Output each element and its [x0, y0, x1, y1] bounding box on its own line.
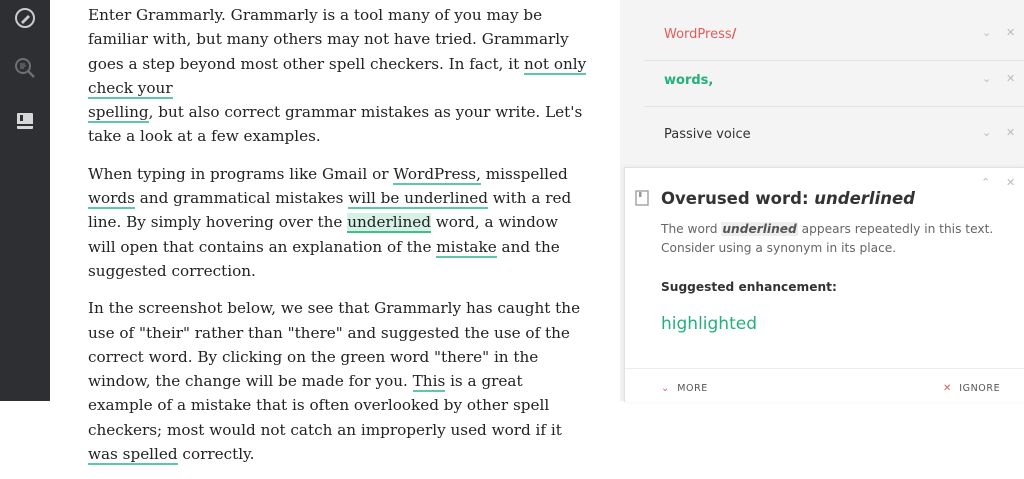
text-run: When typing in programs like Gmail or	[88, 164, 394, 183]
detail-footer: ⌄ MORE ✕ IGNORE	[625, 368, 1024, 403]
issue-underline[interactable]: spelling	[88, 103, 149, 124]
suggested-word-button[interactable]: highlighted	[661, 314, 757, 334]
chevron-up-icon[interactable]: ⌃	[981, 176, 990, 189]
close-icon[interactable]: ✕	[1006, 126, 1015, 139]
text-run: Enter Grammarly. Grammarly is a tool man…	[88, 6, 569, 73]
detail-title: Overused word: underlined	[661, 189, 915, 208]
issue-underline[interactable]: words	[88, 189, 135, 210]
pen-icon[interactable]	[7, 0, 43, 36]
close-icon[interactable]: ✕	[1006, 176, 1015, 189]
paragraph-2: When typing in programs like Gmail or Wo…	[88, 162, 588, 283]
close-icon: ✕	[943, 383, 952, 394]
issue-underline[interactable]: mistake	[436, 237, 497, 258]
close-icon[interactable]: ✕	[1006, 26, 1015, 39]
chevron-down-icon[interactable]: ⌄	[982, 72, 991, 85]
text-run: and grammatical mistakes	[134, 189, 349, 208]
search-icon[interactable]	[7, 50, 43, 86]
text-run: misspelled	[480, 164, 568, 183]
document-body[interactable]: Enter Grammarly. Grammarly is a tool man…	[88, 3, 588, 479]
book-icon	[635, 190, 649, 210]
detail-description: The word underlined appears repeatedly i…	[661, 222, 994, 255]
issue-underline[interactable]: will be underlined	[348, 189, 488, 210]
suggestion-heading: Suggested enhancement:	[661, 280, 837, 294]
close-icon[interactable]: ✕	[1006, 72, 1015, 85]
more-button[interactable]: ⌄ MORE	[661, 383, 708, 394]
issue-underline[interactable]: WordPress,	[393, 164, 481, 185]
book-icon[interactable]	[7, 103, 43, 139]
active-issue-highlight[interactable]: underlined	[347, 213, 431, 234]
chevron-down-icon[interactable]: ⌄	[982, 26, 991, 39]
text-run: , but also correct grammar mistakes as y…	[88, 103, 583, 146]
issue-card-label: words,	[664, 73, 714, 88]
left-sidebar	[0, 0, 50, 401]
issue-card-passive-voice[interactable]: Passive voice ⌄ ✕	[644, 104, 1024, 160]
issue-card-words[interactable]: words, ⌄ ✕	[644, 50, 1024, 107]
issue-detail-card: Overused word: underlined ⌃ ✕ The word u…	[624, 167, 1024, 402]
issue-underline[interactable]: This	[412, 372, 446, 393]
chevron-down-icon[interactable]: ⌄	[982, 126, 991, 139]
chevron-down-icon: ⌄	[661, 383, 670, 394]
issue-card-label: WordPress/	[664, 27, 737, 42]
ignore-button[interactable]: ✕ IGNORE	[943, 383, 1000, 394]
text-run: correctly.	[177, 445, 255, 464]
issue-card-label: Passive voice	[664, 127, 751, 142]
issue-underline[interactable]: was spelled	[88, 445, 178, 466]
paragraph-1: Enter Grammarly. Grammarly is a tool man…	[88, 3, 588, 149]
paragraph-3: In the screenshot below, we see that Gra…	[88, 296, 588, 466]
